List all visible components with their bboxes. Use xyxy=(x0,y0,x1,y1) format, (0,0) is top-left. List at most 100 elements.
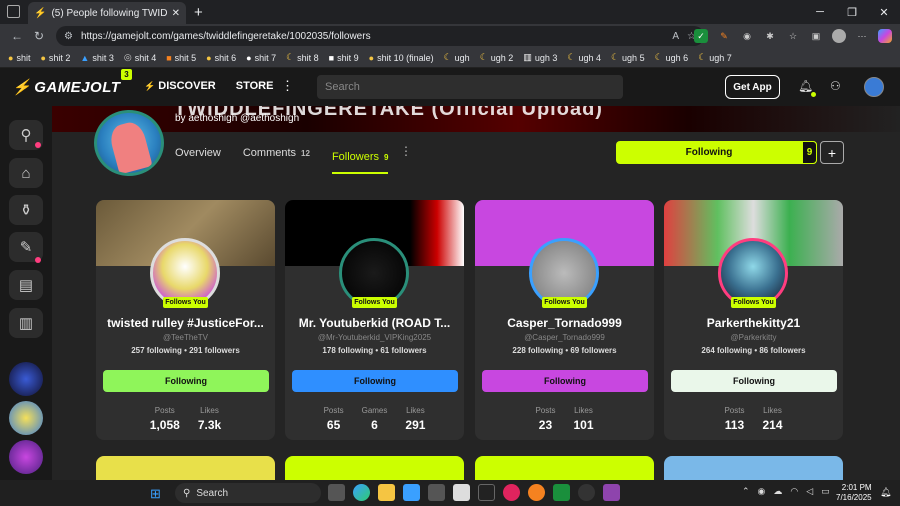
follow-game-button[interactable]: Following 9 xyxy=(616,141,817,164)
taskbar-search[interactable]: ⚲ Search xyxy=(175,483,321,503)
back-icon[interactable]: ← xyxy=(6,29,28,43)
app-icon[interactable] xyxy=(553,484,570,501)
read-aloud-icon[interactable]: A xyxy=(672,31,679,42)
battery-icon[interactable]: ▭ xyxy=(821,486,830,497)
browser-tab-active[interactable]: ⚡ (5) People following TWIDDLEFIN ✕ xyxy=(28,2,186,24)
follower-name[interactable]: Mr. Youtuberkid (ROAD T... xyxy=(285,316,464,330)
bookmark-item[interactable]: ● shit 2 xyxy=(40,53,70,63)
roblox-icon[interactable] xyxy=(453,484,470,501)
shield-extension-icon[interactable]: ✓ xyxy=(694,29,708,43)
copilot-icon[interactable] xyxy=(878,29,892,43)
collections-icon[interactable]: ▣ xyxy=(809,29,823,43)
friends-icon[interactable]: ⚇ xyxy=(830,79,841,93)
sidebar-item-inventory[interactable]: ⚱ xyxy=(9,195,43,225)
tab-actions-icon[interactable] xyxy=(7,5,20,18)
file-explorer-icon[interactable] xyxy=(378,484,395,501)
minimize-icon[interactable]: ─ xyxy=(804,0,836,24)
follower-name[interactable]: Casper_Tornado999 xyxy=(475,316,654,330)
follower-name[interactable]: Parkerthekitty21 xyxy=(664,316,843,330)
site-info-icon[interactable]: ⚙ xyxy=(64,31,73,42)
tab-overview[interactable]: Overview xyxy=(175,142,221,164)
more-icon[interactable]: ⋮ xyxy=(400,144,412,158)
address-bar[interactable]: ⚙ https://gamejolt.com/games/twiddlefing… xyxy=(56,26,704,46)
more-icon[interactable]: ⋮ xyxy=(281,78,294,94)
app-tray-icon[interactable]: ◉ xyxy=(758,486,766,497)
new-tab-button[interactable]: + xyxy=(194,4,203,21)
bookmark-item[interactable]: ■ shit 9 xyxy=(329,53,359,63)
task-view-icon[interactable] xyxy=(328,484,345,501)
profile-avatar-icon[interactable] xyxy=(832,29,846,43)
maximize-icon[interactable]: ❐ xyxy=(836,0,868,24)
pen-extension-icon[interactable]: ✎ xyxy=(717,29,731,43)
windows-start-icon[interactable]: ⊞ xyxy=(150,486,161,502)
onedrive-icon[interactable]: ☁ xyxy=(773,486,782,497)
camera-extension-icon[interactable]: ◉ xyxy=(740,29,754,43)
follower-card[interactable]: Follows You twisted rulley #JusticeFor..… xyxy=(96,200,275,440)
store-app-icon[interactable] xyxy=(428,484,445,501)
bookmark-item[interactable]: ● shit xyxy=(8,53,30,63)
sidebar-community-avatar[interactable] xyxy=(9,362,43,396)
add-to-playlist-button[interactable]: + xyxy=(820,141,844,164)
follower-card-partial[interactable] xyxy=(475,456,654,480)
bookmark-item[interactable]: ☾ ugh 5 xyxy=(611,52,645,63)
bookmark-item[interactable]: ☾ ugh xyxy=(444,52,470,63)
bookmark-item[interactable]: ● shit 7 xyxy=(246,53,276,63)
bookmark-item[interactable]: ● shit 10 (finale) xyxy=(369,53,434,63)
app-icon[interactable] xyxy=(403,484,420,501)
bookmark-item[interactable]: ■ shit 5 xyxy=(166,53,196,63)
bookmark-item[interactable]: ▲ shit 3 xyxy=(80,53,113,63)
following-button[interactable]: Following xyxy=(103,370,269,392)
follower-card-partial[interactable] xyxy=(664,456,843,480)
reload-icon[interactable]: ↻ xyxy=(28,29,50,43)
bookmark-item[interactable]: ☾ ugh 2 xyxy=(480,52,514,63)
store-link[interactable]: STORE xyxy=(236,80,274,92)
sidebar-item-library[interactable]: ▥ xyxy=(9,308,43,338)
follower-card[interactable]: Follows You Mr. Youtuberkid (ROAD T... @… xyxy=(285,200,464,440)
edge-icon[interactable] xyxy=(353,484,370,501)
follower-name[interactable]: twisted rulley #JusticeFor... xyxy=(96,316,275,330)
following-button[interactable]: Following xyxy=(482,370,648,392)
follower-card-partial[interactable] xyxy=(285,456,464,480)
notification-center-icon[interactable]: 🔔︎ xyxy=(880,487,891,498)
sidebar-item-chat[interactable]: ▤ xyxy=(9,270,43,300)
following-button[interactable]: Following xyxy=(292,370,458,392)
bell-icon[interactable]: 🔔︎ xyxy=(798,79,813,93)
follower-card[interactable]: Follows You Casper_Tornado999 @Casper_To… xyxy=(475,200,654,440)
bookmark-item[interactable]: ☾ ugh 4 xyxy=(567,52,601,63)
follower-card[interactable]: Follows You Parkerthekitty21 @Parkerkitt… xyxy=(664,200,843,440)
puzzle-extension-icon[interactable]: ✱ xyxy=(763,29,777,43)
following-button[interactable]: Following xyxy=(671,370,837,392)
app-icon[interactable] xyxy=(603,484,620,501)
user-avatar[interactable] xyxy=(864,77,884,97)
tab-followers[interactable]: Followers 9 xyxy=(331,142,389,174)
follows-you-badge: Follows You xyxy=(352,297,397,308)
close-icon[interactable]: ✕ xyxy=(172,8,180,19)
chevron-up-icon[interactable]: ⌃ xyxy=(742,486,750,497)
bookmark-item[interactable]: ☾ ugh 6 xyxy=(655,52,689,63)
favorites-icon[interactable]: ☆ xyxy=(786,29,800,43)
bookmark-item[interactable]: ● shit 6 xyxy=(206,53,236,63)
gamejolt-logo[interactable]: ⚡ GAMEJOLT xyxy=(12,78,120,97)
volume-icon[interactable]: ◁ xyxy=(806,486,813,497)
blender-icon[interactable] xyxy=(528,484,545,501)
bookmark-item[interactable]: ☾ ugh 7 xyxy=(698,52,732,63)
clock[interactable]: 2:01 PM 7/16/2025 xyxy=(836,483,872,503)
tab-comments[interactable]: Comments 12 xyxy=(243,142,310,164)
get-app-button[interactable]: Get App xyxy=(725,75,780,99)
bookmark-item[interactable]: ☾ shit 8 xyxy=(286,52,319,63)
bookmark-item[interactable]: ◎ shit 4 xyxy=(124,52,156,63)
sidebar-community-avatar[interactable] xyxy=(9,440,43,474)
app-icon[interactable] xyxy=(478,484,495,501)
more-icon[interactable]: ⋯ xyxy=(855,29,869,43)
close-window-icon[interactable]: ✕ xyxy=(868,0,900,24)
sidebar-community-avatar[interactable] xyxy=(9,401,43,435)
discover-link[interactable]: ⚡ DISCOVER xyxy=(144,80,216,92)
sidebar-item-store[interactable]: ⌂ xyxy=(9,158,43,188)
search-input[interactable]: Search xyxy=(317,75,623,99)
bookmark-item[interactable]: ▥ ugh 3 xyxy=(523,52,557,63)
app-icon[interactable] xyxy=(503,484,520,501)
wifi-icon[interactable]: ◠ xyxy=(790,486,798,497)
follower-card-partial[interactable] xyxy=(96,456,275,480)
game-author[interactable]: by aethoshigh @aethoshigh xyxy=(175,113,299,124)
app-icon[interactable] xyxy=(578,484,595,501)
